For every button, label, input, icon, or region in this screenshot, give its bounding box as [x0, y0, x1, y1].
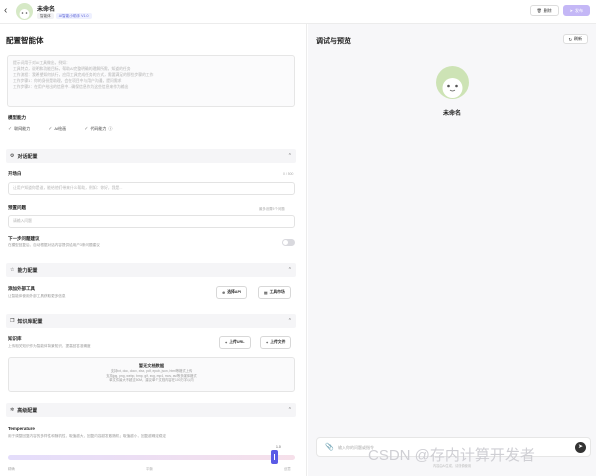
- upload-title: 暂无文档数据: [138, 363, 165, 368]
- preset-label: 预置问题: [8, 205, 26, 210]
- check-icon: ✓: [48, 126, 53, 132]
- capabilities-list: ✓ 联网能力 ✓ AI绘画 ✓ 代码能力 ⓘ: [8, 126, 112, 132]
- knowledge-desc: 上传相关知识作为智能体背景知识，提高回答准确度: [8, 344, 91, 348]
- prompt-line: 工作步骤2：在用户给出的信息中...确保信息作为这些信息来作为输出: [13, 85, 129, 89]
- plus-circle-icon: ⊕: [222, 291, 226, 295]
- bot-avatar-small: [16, 3, 33, 20]
- select-api-button[interactable]: ⊕ 选择API: [216, 286, 248, 299]
- preset-input[interactable]: 请输入问题: [8, 215, 295, 228]
- chevron-up-icon: ⌃: [287, 318, 292, 324]
- ability-group-header[interactable]: ☆ 能力配置 ⌃: [6, 263, 296, 277]
- capability-draw[interactable]: ✓ AI绘画: [48, 126, 66, 132]
- followup-toggle[interactable]: [282, 239, 295, 246]
- gear-icon: ⚙: [10, 153, 15, 159]
- settings-icon: ✲: [10, 407, 15, 413]
- grid-icon: ▦: [264, 291, 268, 295]
- tick-high: 创意: [284, 467, 291, 471]
- config-title: 配置智能体: [6, 36, 44, 45]
- preview-panel: 调试与预览 ↻ 刷新 未命名 📎 输入你的问题或指令 ➤ 内容由AI生成，请谨慎…: [308, 24, 596, 476]
- followup-desc: 在模型回复后，自动根据对话内容提供给用户3条问题建议: [8, 243, 100, 247]
- capability-code[interactable]: ✓ 代码能力 ⓘ: [84, 126, 112, 132]
- preview-title: 调试与预览: [316, 38, 351, 45]
- upload-dropzone[interactable]: 暂无文档数据 支持txt, doc, docx, xlsx, pdf, epub…: [8, 357, 295, 392]
- check-icon: ✓: [8, 126, 13, 132]
- app-tag-version: AI智能小助手 V1.0: [55, 13, 92, 19]
- info-icon: ⓘ: [108, 126, 113, 131]
- app-name: 未命名: [37, 7, 56, 13]
- temperature-value: 1.0: [276, 445, 281, 449]
- watermark: CSDN @存内计算开发者: [368, 447, 535, 464]
- check-icon: ✓: [84, 126, 89, 132]
- temperature-desc: 用于调整回复内容的多样性和随机性，取值越大，回复内容越发散随机；取值越小，回复越…: [8, 434, 167, 438]
- chevron-up-icon: ⌃: [287, 407, 292, 413]
- temperature-slider-thumb[interactable]: [271, 450, 279, 464]
- prompt-textarea[interactable]: 提示词用于对AI工具做出，例如： 工具特点，说明和功能目标，帮助AI完整明确的理…: [7, 55, 295, 107]
- app-tags: 智能体 AI智能小助手 V1.0: [37, 13, 92, 19]
- capability-web[interactable]: ✓ 联网能力: [8, 126, 30, 132]
- back-icon[interactable]: ‹: [4, 6, 7, 16]
- chevron-up-icon: ⌃: [287, 267, 292, 273]
- advanced-group-header[interactable]: ✲ 高级配置 ⌃: [6, 403, 296, 417]
- dialog-group-header[interactable]: ⚙ 对话配置 ⌃: [6, 149, 296, 163]
- plus-icon: +: [266, 340, 269, 345]
- upload-file-button[interactable]: + 上传文件: [260, 336, 292, 349]
- followup-label: 下一步问题建议: [8, 236, 40, 241]
- top-bar: ‹ 未命名 智能体 AI智能小助手 V1.0 🗑 删除 ➤ 发布: [0, 0, 596, 24]
- knowledge-label: 知识库: [8, 336, 22, 341]
- attachment-icon[interactable]: 📎: [325, 443, 334, 451]
- temperature-label: Temperature: [8, 426, 35, 431]
- upload-hint: 单文件最大不超过50M，建议单个文档内容在100万字以内: [109, 378, 194, 383]
- knowledge-group-header[interactable]: ❐ 知识库配置 ⌃: [6, 314, 296, 328]
- bot-avatar-large: [436, 66, 469, 99]
- app-tag-type: 智能体: [37, 13, 54, 19]
- plugin-desc: 让智能体使用外部工具获取更多信息: [8, 294, 66, 298]
- book-icon: ❐: [10, 318, 15, 324]
- tool-market-button[interactable]: ▦ 工具市场: [258, 286, 291, 299]
- opening-label: 开场白: [8, 171, 22, 176]
- temperature-slider[interactable]: [8, 455, 295, 460]
- refresh-button[interactable]: ↻ 刷新: [562, 34, 588, 44]
- star-icon: ☆: [10, 267, 15, 273]
- chevron-up-icon: ⌃: [287, 153, 292, 159]
- preview-bot-name: 未命名: [442, 111, 461, 117]
- config-panel: 配置智能体 提示词用于对AI工具做出，例如： 工具特点，说明和功能目标，帮助AI…: [0, 24, 307, 476]
- tick-low: 精确: [8, 467, 15, 471]
- preset-counter: 最多设置5个问题: [259, 207, 285, 211]
- opening-counter: 0 / 500: [283, 172, 294, 176]
- upload-url-button[interactable]: + 上传URL: [219, 336, 251, 349]
- tick-mid: 平衡: [146, 467, 153, 471]
- plus-icon: +: [225, 340, 228, 345]
- send-icon[interactable]: ➤: [575, 442, 586, 453]
- plugin-label: 添加外部工具: [8, 286, 35, 291]
- refresh-icon: ↻: [568, 36, 572, 42]
- delete-button[interactable]: 🗑 删除: [529, 5, 559, 16]
- opening-input[interactable]: 让用户知道你是谁，能给他们带来什么帮助，例如：你好，我是...: [8, 182, 295, 195]
- publish-button[interactable]: ➤ 发布: [562, 5, 590, 16]
- trash-icon: 🗑: [536, 8, 542, 13]
- send-icon: ➤: [569, 8, 573, 13]
- capabilities-label: 模型能力: [8, 115, 26, 120]
